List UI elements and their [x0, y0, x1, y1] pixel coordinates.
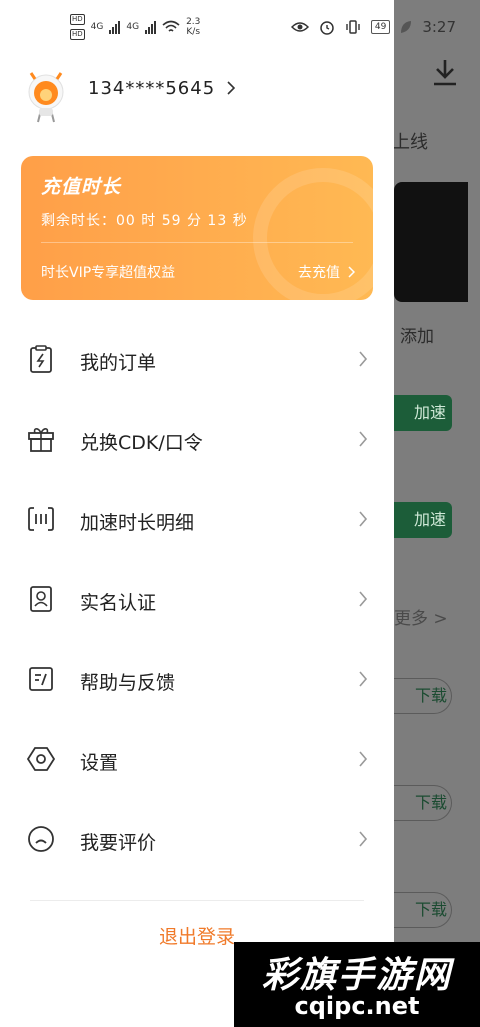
menu-label: 帮助与反馈: [80, 672, 176, 694]
menu-label: 设置: [80, 752, 119, 774]
menu-item-settings[interactable]: 设置: [0, 720, 394, 800]
clock: 3:27: [422, 18, 456, 36]
menu-label: 我要评价: [80, 832, 157, 854]
menu-label: 兑换CDK/口令: [80, 432, 203, 454]
bg-banner[interactable]: [394, 182, 468, 302]
wifi-icon: [162, 20, 180, 32]
download-icon[interactable]: [432, 58, 458, 86]
bg-download-button[interactable]: 下载: [394, 892, 452, 928]
signal-icon: [145, 20, 157, 34]
bg-accelerate-button[interactable]: 加速: [394, 395, 452, 431]
avatar[interactable]: [26, 72, 66, 124]
remaining-time: 剩余时长：00 时 59 分 13 秒: [41, 213, 248, 229]
profile-row[interactable]: 134****5645: [26, 72, 236, 124]
order-icon: [30, 345, 52, 373]
rate-icon: [28, 826, 54, 852]
side-drawer: 134****5645 充值时长 剩余时长：00 时 59 分 13 秒 时长V…: [0, 0, 394, 1027]
watermark: 彩旗手游网 cqipc.net: [234, 942, 480, 1027]
hd-badge: HD: [70, 29, 85, 40]
signal-icon: [109, 20, 121, 34]
speed-detail-icon: [28, 507, 54, 531]
chevron-right-icon: [227, 81, 236, 95]
watermark-url: cqipc.net: [294, 992, 420, 1020]
bg-add-label[interactable]: 添加: [400, 322, 434, 347]
phone-number: 134****5645: [88, 77, 216, 99]
chevron-right-icon: [359, 511, 368, 527]
menu-label: 实名认证: [80, 592, 157, 614]
phone-number-row[interactable]: 134****5645: [88, 77, 236, 99]
chevron-right-icon: [359, 671, 368, 687]
speed-value: 2.3: [186, 17, 201, 27]
hd-badge: HD: [70, 14, 85, 25]
chevron-right-icon: [359, 831, 368, 847]
menu-item-orders[interactable]: 我的订单: [0, 320, 394, 400]
chevron-right-icon: [359, 431, 368, 447]
bg-title-fragment: 上线: [392, 132, 428, 153]
recharge-label: 去充值: [298, 265, 340, 281]
feedback-icon: [29, 667, 53, 691]
status-bar: HD HD 4G 4G 2.3 K/s 49 3:27: [0, 0, 480, 56]
chevron-right-icon: [348, 266, 355, 278]
eye-icon: [290, 22, 309, 32]
logout-divider: [30, 900, 364, 901]
chevron-right-icon: [359, 591, 368, 607]
vibrate-icon: [346, 20, 360, 34]
bg-download-button[interactable]: 下载: [394, 678, 452, 714]
chevron-right-icon: [359, 751, 368, 767]
card-divider: [41, 242, 353, 243]
menu-list: 我的订单 兑换CDK/口令 加速时长明细 实名认证 帮助与反馈 设置 我要评价: [0, 320, 394, 880]
card-title: 充值时长: [41, 176, 122, 198]
bg-download-button[interactable]: 下载: [394, 785, 452, 821]
network-type: 4G: [90, 22, 104, 32]
bg-accelerate-button[interactable]: 加速: [394, 502, 452, 538]
speed-unit: K/s: [186, 27, 201, 37]
leaf-icon: [401, 21, 412, 33]
battery-level: 49: [370, 20, 391, 34]
watermark-title: 彩旗手游网: [261, 955, 452, 996]
recharge-link[interactable]: 去充值: [298, 262, 355, 282]
vip-benefit-text: 时长VIP专享超值权益: [41, 265, 176, 281]
menu-item-speed-detail[interactable]: 加速时长明细: [0, 480, 394, 560]
menu-item-redeem-cdk[interactable]: 兑换CDK/口令: [0, 400, 394, 480]
settings-icon: [26, 747, 56, 771]
alarm-icon: [320, 21, 334, 35]
network-speed: 2.3 K/s: [186, 17, 200, 37]
id-card-icon: [30, 586, 52, 612]
status-right: 49 3:27: [290, 18, 456, 36]
menu-item-rate[interactable]: 我要评价: [0, 800, 394, 880]
gift-icon: [28, 428, 54, 452]
bg-more-link[interactable]: 更多 >: [394, 604, 448, 629]
menu-label: 我的订单: [80, 352, 157, 374]
status-left: HD HD 4G 4G 2.3 K/s: [70, 14, 200, 40]
menu-item-real-name[interactable]: 实名认证: [0, 560, 394, 640]
network-type: 4G: [126, 22, 140, 32]
menu-item-help-feedback[interactable]: 帮助与反馈: [0, 640, 394, 720]
menu-label: 加速时长明细: [80, 512, 195, 534]
chevron-right-icon: [359, 351, 368, 367]
recharge-card[interactable]: 充值时长 剩余时长：00 时 59 分 13 秒 时长VIP专享超值权益 去充值: [21, 156, 373, 300]
